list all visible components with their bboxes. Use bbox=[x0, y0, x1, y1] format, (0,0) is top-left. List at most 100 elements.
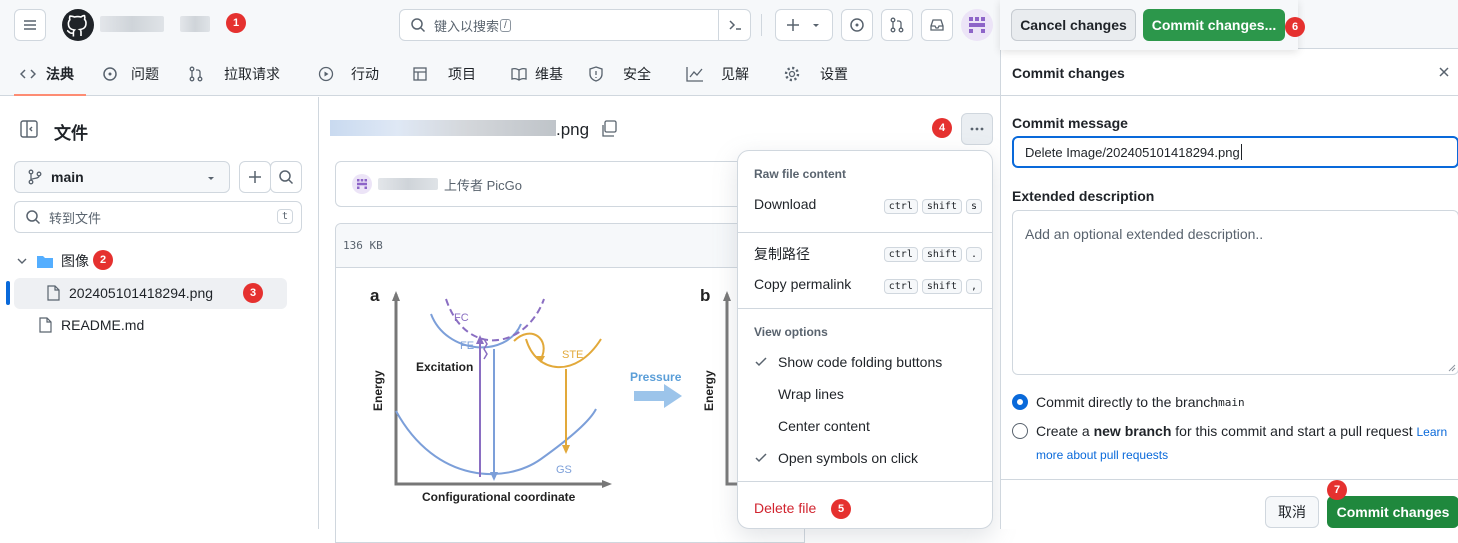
cancel-changes-button[interactable]: Cancel changes bbox=[1011, 9, 1136, 41]
tab-issues[interactable]: 问题 bbox=[102, 64, 159, 84]
add-file-button[interactable] bbox=[239, 161, 271, 193]
plus-icon bbox=[787, 19, 799, 31]
tab-actions[interactable]: 行动 bbox=[318, 64, 379, 84]
extended-description-textarea[interactable]: Add an optional extended description.. bbox=[1012, 210, 1458, 375]
menu-item-copy-path[interactable]: 复制路径 ctrl shift. bbox=[746, 237, 984, 267]
tab-wiki[interactable]: 维基 bbox=[511, 64, 563, 84]
git-branch-icon bbox=[28, 169, 42, 185]
pressure-label: Pressure bbox=[630, 370, 682, 384]
menu-section-raw: Raw file content bbox=[754, 167, 847, 181]
menu-item-label: Show code folding buttons bbox=[778, 354, 943, 370]
gear-icon bbox=[784, 66, 800, 82]
shortcut: ctrl shift. bbox=[880, 244, 982, 262]
tab-label: 见解 bbox=[721, 66, 749, 82]
search-placeholder: 键入以搜索 bbox=[434, 18, 500, 34]
file-size: 136 KB bbox=[343, 239, 383, 252]
menu-item-copy-permalink[interactable]: Copy permalink ctrl shift, bbox=[746, 269, 984, 299]
hamburger-menu-button[interactable] bbox=[14, 9, 46, 41]
menu-section-view: View options bbox=[754, 325, 828, 339]
chevron-down-icon bbox=[17, 258, 27, 264]
resize-handle-icon[interactable] bbox=[1448, 364, 1456, 372]
dialog-commit-button[interactable]: Commit changes bbox=[1327, 496, 1458, 528]
issue-opened-icon bbox=[850, 18, 864, 32]
tree-item-folder[interactable]: 图像 bbox=[14, 250, 89, 272]
tab-settings[interactable]: 设置 bbox=[784, 64, 848, 84]
dialog-cancel-button[interactable]: 取消 bbox=[1265, 496, 1319, 528]
check-icon bbox=[755, 453, 767, 463]
radio-label: Commit directly to the branch bbox=[1036, 394, 1219, 410]
learn-more-link[interactable]: Learn bbox=[1417, 425, 1448, 439]
menu-icon bbox=[24, 20, 36, 30]
x-axis-label: Configurational coordinate bbox=[422, 490, 576, 504]
dialog-title: Commit changes bbox=[1012, 65, 1125, 81]
menu-item-label: Center content bbox=[778, 418, 870, 434]
radio-selected bbox=[1012, 394, 1028, 410]
menu-divider bbox=[738, 232, 992, 233]
copy-path-icon[interactable] bbox=[600, 120, 618, 141]
dialog-footer-divider bbox=[1001, 479, 1458, 480]
more-options-button[interactable] bbox=[961, 113, 993, 145]
search-icon bbox=[26, 210, 41, 225]
menu-item-show-folding[interactable]: Show code folding buttons bbox=[746, 347, 984, 377]
menu-item-label: Download bbox=[754, 196, 817, 212]
radio-commit-directly[interactable]: Commit directly to the branch main bbox=[1012, 394, 1245, 410]
branch-code: main bbox=[1218, 395, 1245, 409]
branch-selector[interactable]: main bbox=[14, 161, 230, 193]
panel-a-label: a bbox=[370, 286, 380, 305]
command-palette-icon[interactable] bbox=[718, 10, 750, 40]
tree-item-readme[interactable]: README.md bbox=[38, 317, 144, 333]
inbox-icon bbox=[930, 19, 944, 31]
extended-description-label: Extended description bbox=[1012, 188, 1155, 204]
collapse-sidebar-icon[interactable] bbox=[18, 118, 40, 143]
commit-changes-top-button[interactable]: Commit changes... bbox=[1143, 9, 1285, 41]
energy-axis-label: Energy bbox=[371, 370, 385, 411]
menu-item-download[interactable]: Download ctrl shift s bbox=[746, 189, 984, 219]
pull-requests-button[interactable] bbox=[881, 9, 913, 41]
sidebar-title: 文件 bbox=[54, 124, 88, 143]
tab-label: 法典 bbox=[46, 66, 74, 82]
close-icon[interactable] bbox=[1437, 65, 1451, 79]
tab-security[interactable]: 安全 bbox=[588, 64, 651, 84]
go-to-file-input[interactable]: 转到文件 t bbox=[14, 201, 302, 233]
tab-label: 维基 bbox=[535, 66, 563, 82]
caret-down-icon bbox=[813, 24, 819, 27]
branch-name: main bbox=[51, 169, 84, 185]
plus-icon bbox=[249, 171, 261, 183]
menu-item-center-content[interactable]: Center content bbox=[746, 411, 984, 441]
search-files-button[interactable] bbox=[270, 161, 302, 193]
uploader-text: 上传者 PicGo bbox=[444, 177, 523, 193]
folder-icon bbox=[37, 256, 53, 268]
create-new-button[interactable] bbox=[775, 9, 833, 41]
commit-message-label: Commit message bbox=[1012, 115, 1128, 131]
commit-message-input[interactable]: Delete Image/202405101418294.png bbox=[1012, 136, 1458, 168]
search-icon bbox=[279, 170, 294, 185]
file-path-blurred bbox=[330, 120, 556, 136]
inbox-button[interactable] bbox=[921, 9, 953, 41]
panel-b-label: b bbox=[700, 286, 710, 305]
github-logo-icon[interactable] bbox=[62, 9, 94, 41]
menu-item-delete-file[interactable]: Delete file bbox=[746, 493, 984, 523]
go-to-file-placeholder: 转到文件 bbox=[49, 210, 102, 226]
git-pull-request-icon bbox=[189, 66, 203, 82]
search-input[interactable]: 键入以搜索 / bbox=[399, 9, 751, 41]
repo-name-blurred[interactable] bbox=[180, 16, 210, 32]
commit-dialog: Commit changes Commit message Delete Ima… bbox=[1000, 48, 1458, 529]
fe-label: FE bbox=[460, 340, 474, 352]
tab-pull-requests[interactable]: 拉取请求 bbox=[188, 64, 280, 84]
file-icon bbox=[39, 317, 52, 333]
caret-down-icon bbox=[208, 177, 214, 180]
menu-item-wrap-lines[interactable]: Wrap lines bbox=[746, 379, 984, 409]
tab-code[interactable]: 法典 bbox=[20, 64, 74, 84]
menu-divider bbox=[738, 481, 992, 482]
tab-insights[interactable]: 见解 bbox=[686, 64, 749, 84]
issues-button[interactable] bbox=[841, 9, 873, 41]
user-avatar[interactable] bbox=[961, 9, 993, 41]
repo-owner-blurred[interactable] bbox=[100, 16, 164, 32]
learn-more-link-cont[interactable]: more about pull requests bbox=[1036, 448, 1168, 462]
kebab-horizontal-icon bbox=[970, 127, 984, 131]
header-divider bbox=[761, 14, 762, 36]
tree-item-png-file[interactable]: 202405101418294.png bbox=[46, 285, 213, 301]
tab-projects[interactable]: 项目 bbox=[412, 64, 476, 84]
extended-description-placeholder: Add an optional extended description.. bbox=[1025, 226, 1264, 242]
menu-item-open-symbols[interactable]: Open symbols on click bbox=[746, 443, 984, 473]
